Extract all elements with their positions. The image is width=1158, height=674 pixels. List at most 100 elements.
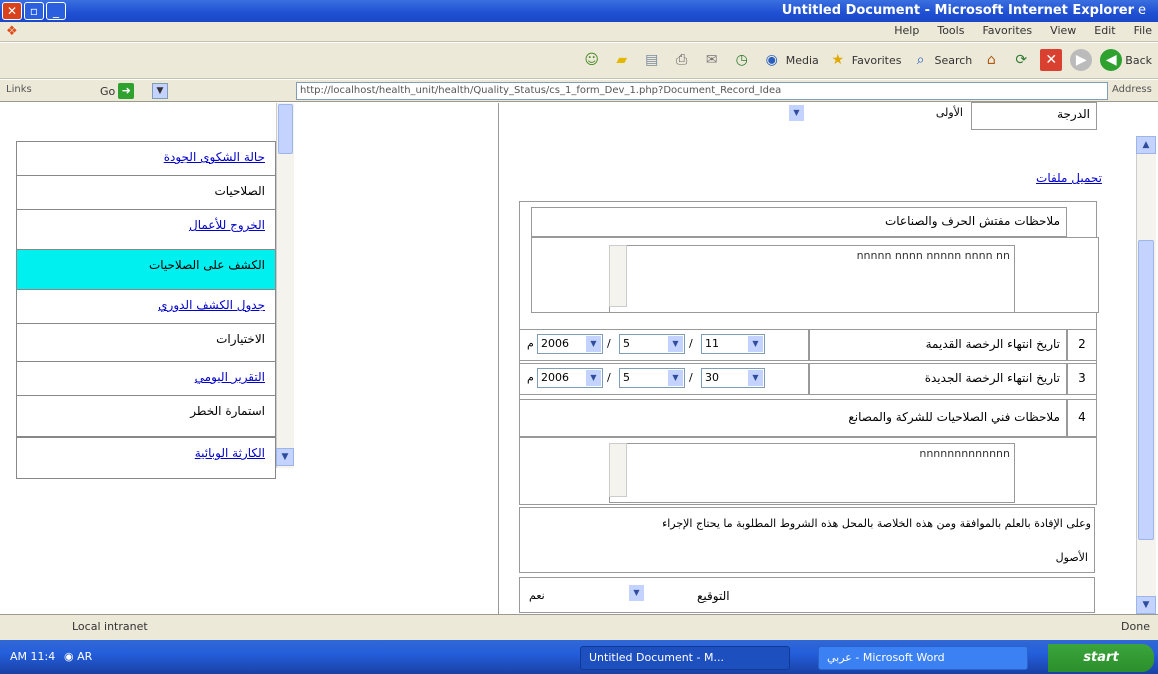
left-scroll-thumb[interactable] [278,104,293,154]
menu-tools[interactable]: Tools [937,24,964,37]
menu-favorites[interactable]: Favorites [982,24,1032,37]
technician-notes-label: ملاحظات فني الصلاحيات للشركة والمصانع [848,410,1060,424]
old-expiry-suffix: م [527,337,534,350]
back-label: Back [1125,53,1152,67]
signature-label: التوقيع [697,589,730,603]
window-title: Untitled Document - Microsoft Internet E… [781,3,1134,18]
notes-textarea-scrollbar[interactable] [609,245,627,307]
nav-item-exit-work[interactable]: الخروج للأعمال [16,209,276,251]
print-button[interactable]: ⎙ [671,49,693,71]
clock: AM 11:4 [10,650,56,663]
address-bar: Links Go ➜ ▼ http://localhost/health_uni… [0,80,1158,102]
chevron-down-icon: ▼ [586,336,601,352]
forward-button[interactable]: ▶ [1070,49,1093,71]
new-expiry-suffix: م [527,371,534,384]
edit-page-icon: ▤ [645,52,659,68]
stop-button[interactable]: ✕ [1040,49,1063,71]
tray-language[interactable]: ◉ AR [64,650,92,663]
new-expiry-year: 2006 [541,371,569,384]
technician-notes-label-cell: ملاحظات فني الصلاحيات للشركة والمصانع [519,399,1067,437]
print-icon: ⎙ [676,52,688,68]
grade-label: الدرجة [1057,107,1090,121]
footer-text-2: الأصول [1055,551,1088,564]
refresh-button[interactable]: ⟳ [1010,49,1032,71]
old-expiry-year-select[interactable]: 2006 ▼ [537,334,603,354]
date-sep: / [689,371,693,384]
messenger-button[interactable]: ☺ [581,49,603,71]
nav-item-permit-inspection[interactable]: الكشف على الصلاحيات [16,249,276,291]
media-label: Media [785,53,819,67]
upload-files-link[interactable]: تحميل ملفات [1036,171,1102,185]
left-scroll-down-icon[interactable]: ▼ [276,448,294,466]
signature-select[interactable]: ▼ [629,584,689,604]
zone-label: Local intranet [72,620,148,633]
chevron-down-icon: ▼ [629,585,644,601]
technician-notes-textarea[interactable]: nnnnnnnnnnnnn [609,443,1015,503]
taskbar-ie-button[interactable]: Untitled Document - M... [580,646,790,670]
menu-file[interactable]: File [1134,24,1152,37]
messenger-icon: ☺ [584,52,600,68]
new-expiry-label-cell: تاريخ انتهاء الرخصة الجديدة [809,363,1067,395]
start-button[interactable]: start [1048,644,1154,672]
nav-item-epidemic[interactable]: الكارثة الوبائية [16,437,276,479]
date-sep: / [607,337,611,350]
right-scroll-thumb[interactable] [1138,240,1154,540]
address-input[interactable]: http://localhost/health_unit/health/Qual… [296,82,1108,100]
search-button[interactable]: ⌕ Search [909,49,973,71]
ie-logo-icon: e [1138,3,1146,18]
taskbar-word-button[interactable]: عربي - Microsoft Word [818,646,1028,670]
new-expiry-year-select[interactable]: 2006 ▼ [537,368,603,388]
row-number-4: 4 [1067,399,1097,437]
edit-button[interactable]: ▤ [641,49,663,71]
favorites-button[interactable]: ★ Favorites [827,49,902,71]
stop-icon: ✕ [1040,49,1063,71]
right-scroll-down-icon[interactable]: ▼ [1136,596,1156,614]
chevron-down-icon: ▼ [748,336,763,352]
go-label: Go [100,84,116,98]
technician-textarea-scrollbar[interactable] [609,443,627,497]
status-bar: Local intranet Done [0,614,1158,640]
menu-help[interactable]: Help [894,24,919,37]
nav-item-options[interactable]: الاختيارات [16,323,276,365]
mail-button[interactable]: ✉ [701,49,723,71]
maximize-button[interactable]: ▫ [24,2,44,20]
old-expiry-month-select[interactable]: 5 ▼ [619,334,685,354]
title-bar: ✕ ▫ _ Untitled Document - Microsoft Inte… [0,0,1158,22]
row-number-3: 3 [1067,363,1097,395]
star-icon: ★ [831,52,845,68]
menu-bar: ❖ File Edit View Favorites Tools Help [0,22,1158,42]
toolbar-buttons: ◀ Back ▶ ✕ ⟳ ⌂ ⌕ Search ★ Favorites ◉ Me… [581,49,1152,71]
grade-select[interactable]: الأولى ▼ [789,104,969,124]
old-expiry-month: 5 [623,337,630,350]
old-expiry-day-select[interactable]: 11 ▼ [701,334,765,354]
notes-heading-cell: ملاحظات مفتش الحرف والصناعات [531,207,1067,237]
history-button[interactable]: ◷ [731,49,753,71]
left-scrollbar[interactable] [276,103,294,468]
tray-lang-label: AR [77,650,93,663]
mail-icon: ✉ [705,52,718,68]
new-expiry-day-select[interactable]: 30 ▼ [701,368,765,388]
new-expiry-month-select[interactable]: 5 ▼ [619,368,685,388]
menu-view[interactable]: View [1050,24,1076,37]
folder-button[interactable]: ▰ [611,49,633,71]
address-dropdown-icon[interactable]: ▼ [152,83,168,99]
grade-label-cell: الدرجة [971,102,1097,130]
menu-edit[interactable]: Edit [1094,24,1115,37]
inspector-notes-textarea[interactable]: nnnnn nnnn nnnnn nnnn nn [609,245,1015,313]
favorites-label: Favorites [851,53,902,67]
windows-flag-icon: ❖ [6,24,18,39]
grade-value: الأولى [935,106,963,119]
media-button[interactable]: ◉ Media [761,49,819,71]
go-button[interactable]: Go ➜ [100,83,135,99]
home-button[interactable]: ⌂ [980,49,1002,71]
chevron-down-icon: ▼ [668,336,683,352]
nav-item-risk-form[interactable]: استمارة الخطر [16,395,276,437]
search-label: Search [934,53,973,67]
right-scroll-up-icon[interactable]: ▲ [1136,136,1156,154]
close-button[interactable]: ✕ [2,2,22,20]
back-button[interactable]: ◀ Back [1100,49,1152,71]
links-label[interactable]: Links [6,84,32,95]
minimize-button[interactable]: _ [46,2,66,20]
taskbar: AM 11:4 ◉ AR Untitled Document - M... عر… [0,640,1158,674]
chevron-down-icon: ▼ [586,370,601,386]
